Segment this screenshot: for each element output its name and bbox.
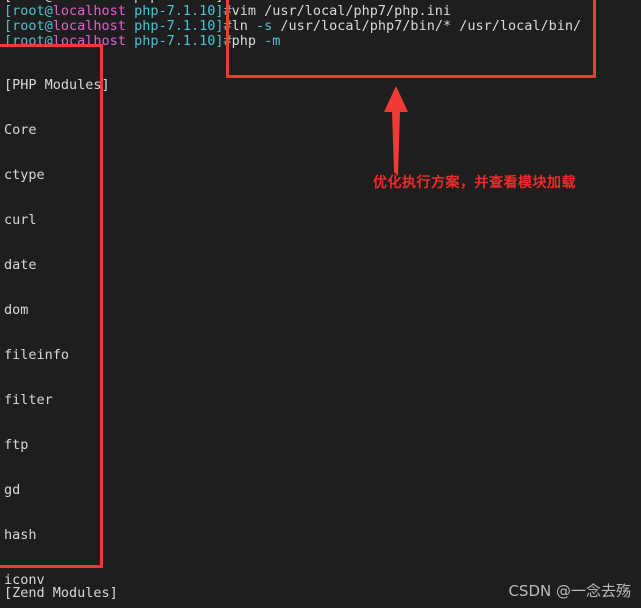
prompt-prefix: [root@ [4,18,53,34]
annotation-box-modules [0,44,103,568]
terminal-screenshot: [root@localhost php-7.1.10]# [root@local… [0,0,641,608]
csdn-watermark: CSDN @一念去殇 [508,582,631,600]
zend-modules-header: [Zend Modules] [4,585,118,601]
up-arrow-icon [384,86,408,176]
prompt-suffix: php-7.1.10]# [125,3,232,19]
annotation-note: 优化执行方案，并查看模块加载 [373,175,576,191]
annotation-box-commands [226,0,596,78]
prompt-suffix: php-7.1.10]# [125,18,232,34]
prompt-prefix: [root@ [4,3,53,19]
prompt-hostname: localhost [52,3,126,19]
prompt-hostname: localhost [52,18,126,34]
prompt-suffix: php-7.1.10]# [125,33,232,49]
